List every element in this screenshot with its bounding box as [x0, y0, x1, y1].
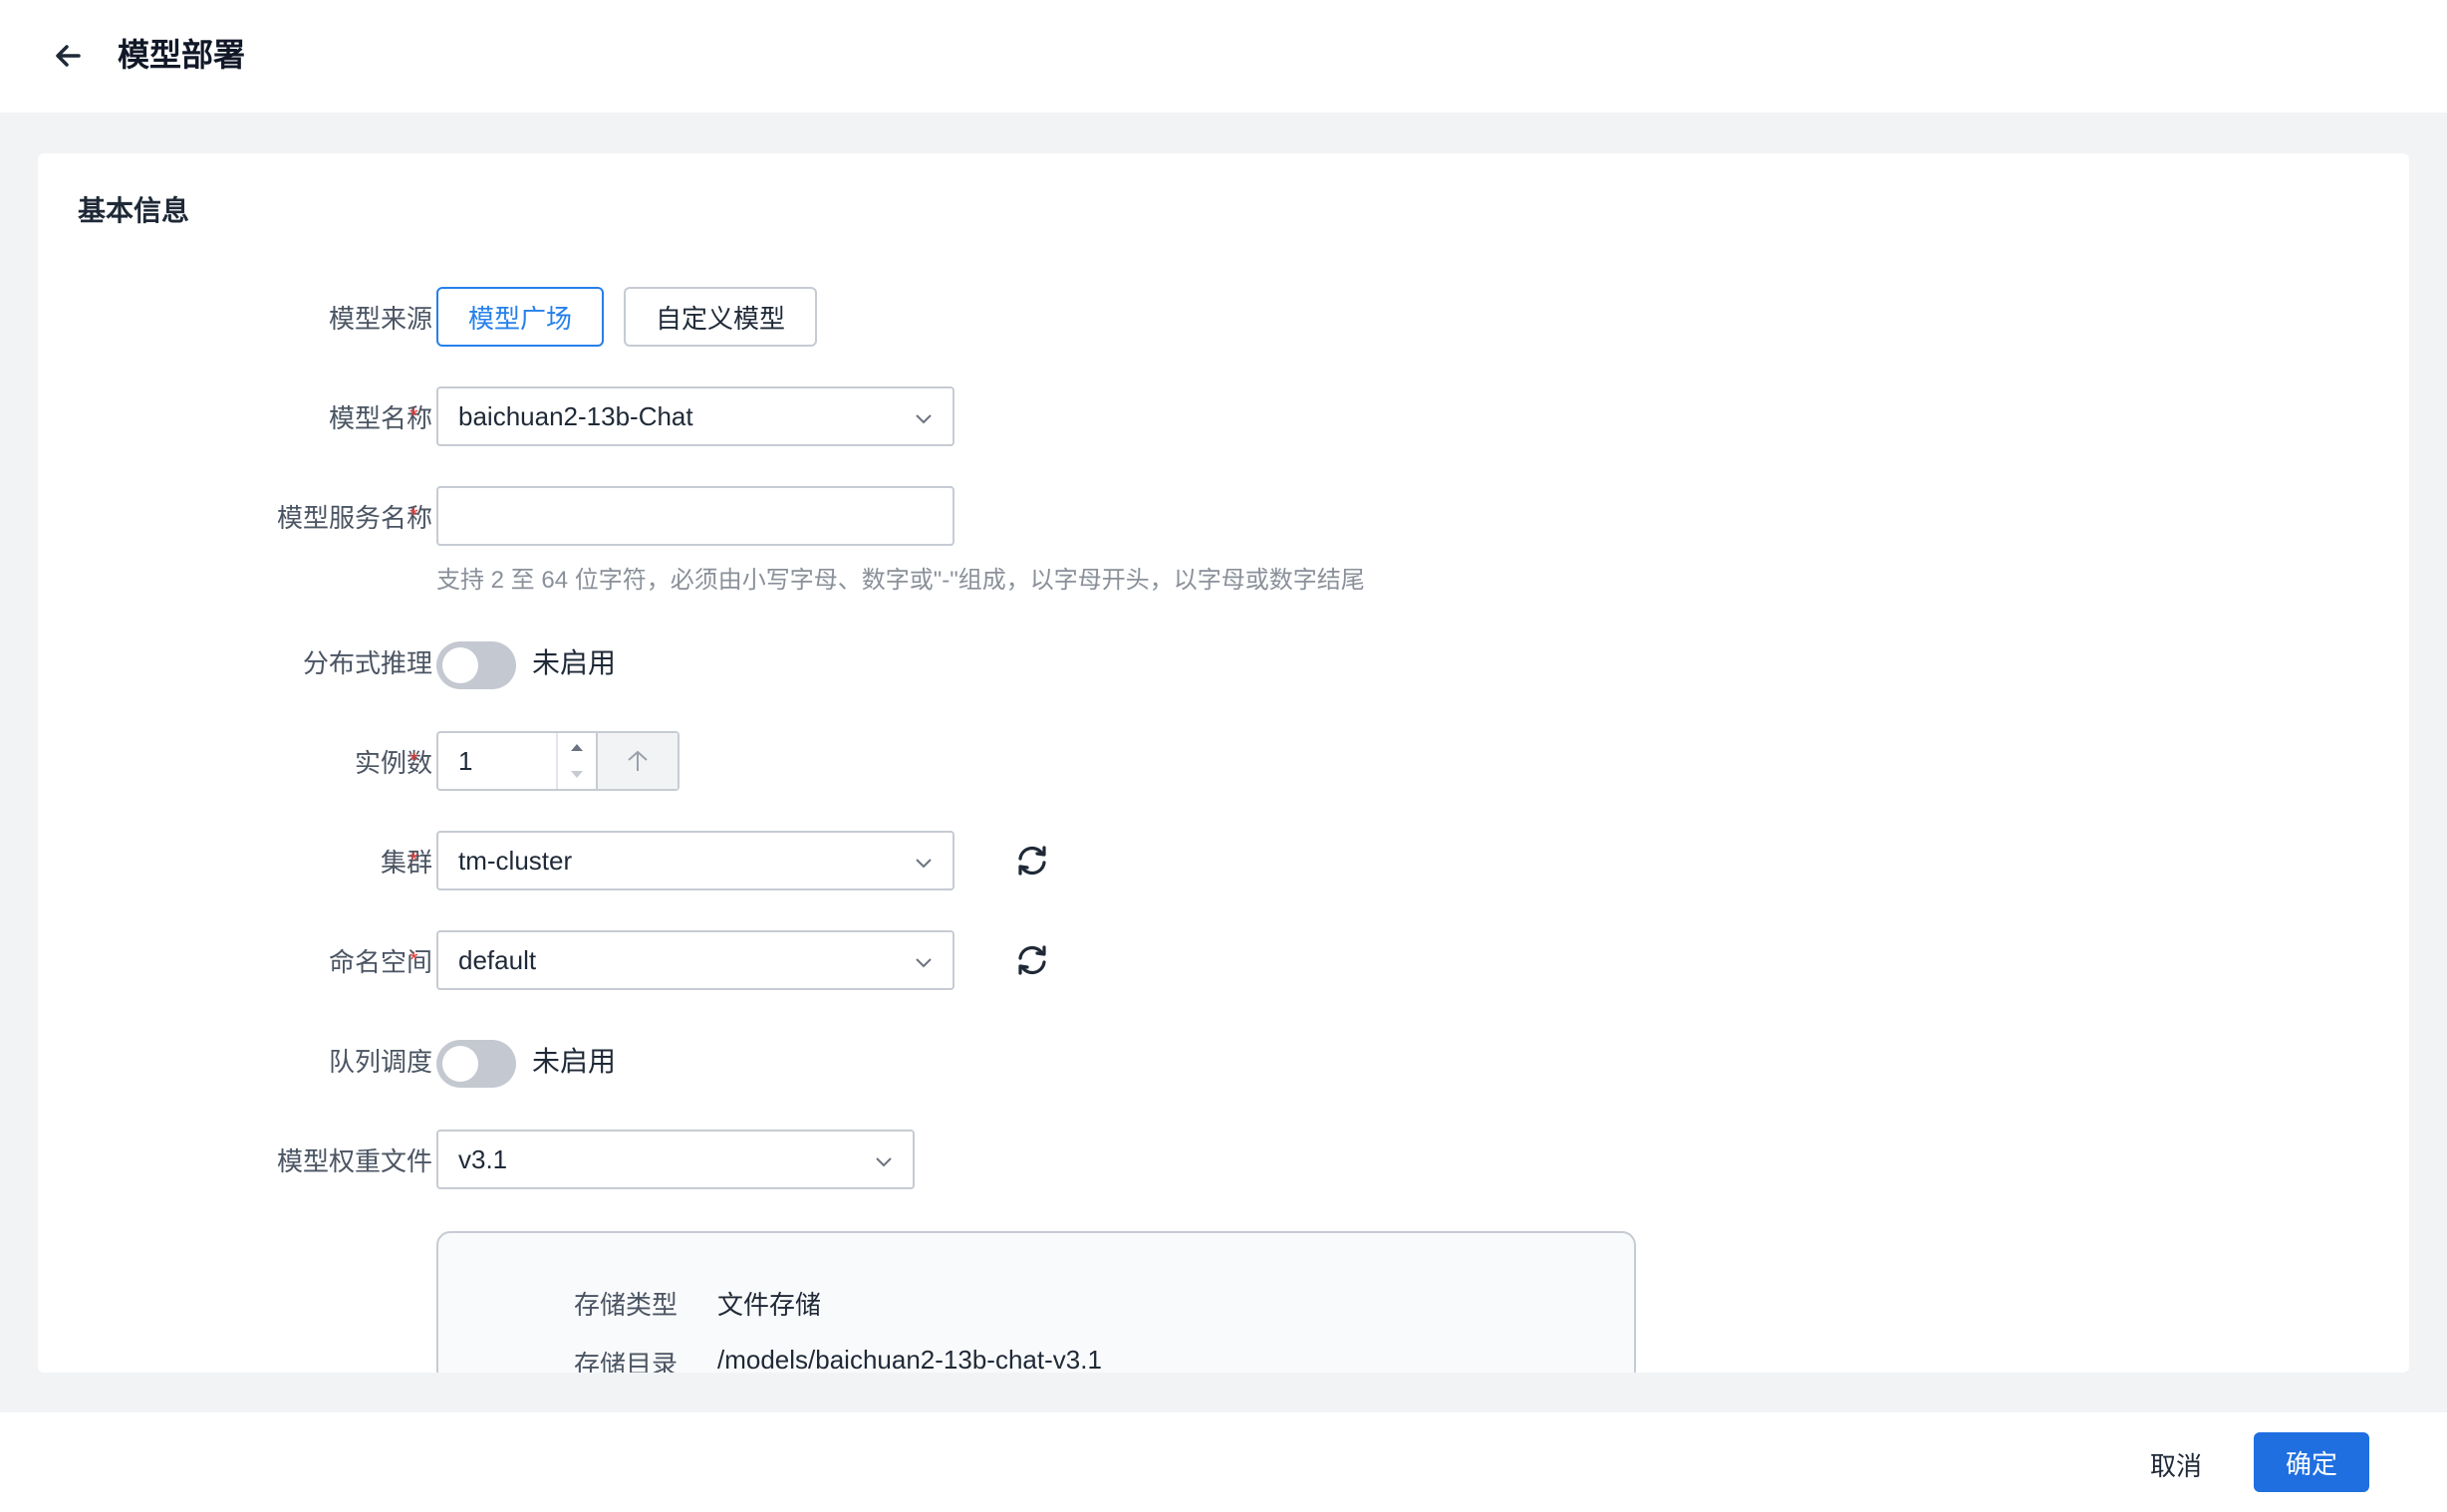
toggle-knob: [442, 647, 478, 683]
chevron-down-icon: [916, 859, 932, 869]
page-title: 模型部署: [118, 37, 246, 73]
queue-scheduling-state: 未启用: [532, 1046, 617, 1077]
cluster-value: tm-cluster: [458, 845, 573, 876]
storage-type-value: 文件存储: [717, 1290, 822, 1320]
queue-scheduling-label: 队列调度: [328, 1046, 432, 1077]
weight-file-row: 模型权重文件 v3.1: [38, 1130, 2409, 1189]
decrement-button[interactable]: [558, 761, 596, 789]
form-card: 基本信息 模型来源 模型广场 自定义模型 模型名称 * baichuan2-13…: [38, 153, 2409, 1373]
namespace-refresh-button[interactable]: [1014, 942, 1050, 978]
distributed-inference-row: 分布式推理 未启用: [38, 631, 2409, 691]
required-mark: *: [409, 403, 418, 428]
queue-scheduling-row: 队列调度 未启用: [38, 1030, 2409, 1090]
required-mark: *: [409, 748, 418, 773]
chevron-down-icon: [916, 958, 932, 968]
weight-file-value: v3.1: [458, 1143, 508, 1174]
service-name-input[interactable]: [436, 486, 954, 546]
chevron-down-icon: [916, 414, 932, 424]
caret-up-icon: [571, 744, 583, 751]
instances-label: 实例数: [354, 747, 432, 778]
stepper-arrows: [556, 733, 596, 789]
caret-down-icon: [571, 771, 583, 778]
storage-dir-value: /models/baichuan2-13b-chat-v3.1: [717, 1345, 1102, 1373]
custom-model-button[interactable]: 自定义模型: [624, 287, 817, 347]
arrow-left-icon: [56, 45, 81, 67]
distributed-inference-toggle[interactable]: [436, 641, 516, 689]
service-name-row: 模型服务名称 *: [38, 486, 2409, 546]
chevron-down-icon: [876, 1157, 892, 1167]
service-name-hint: 支持 2 至 64 位字符，必须由小写字母、数字或"-"组成，以字母开头，以字母…: [436, 567, 1365, 594]
model-name-row: 模型名称 * baichuan2-13b-Chat: [38, 386, 2409, 446]
required-mark: *: [409, 947, 418, 972]
model-name-select[interactable]: baichuan2-13b-Chat: [436, 386, 954, 446]
confirm-button[interactable]: 确定: [2254, 1432, 2369, 1492]
storage-dir-label: 存储目录: [574, 1350, 679, 1373]
cluster-row: 集群 * tm-cluster: [38, 831, 2409, 890]
increment-button[interactable]: [558, 733, 596, 761]
page-header: 模型部署: [0, 0, 2447, 113]
namespace-row: 命名空间 * default: [38, 930, 2409, 990]
queue-scheduling-toggle[interactable]: [436, 1040, 516, 1088]
weight-file-label: 模型权重文件: [276, 1145, 432, 1176]
namespace-value: default: [458, 944, 537, 975]
distributed-inference-label: 分布式推理: [302, 647, 432, 678]
section-title: 基本信息: [78, 195, 190, 226]
model-plaza-button[interactable]: 模型广场: [436, 287, 604, 347]
toggle-knob: [442, 1046, 478, 1082]
refresh-icon: [1018, 945, 1046, 975]
instances-stepper[interactable]: 1: [436, 731, 680, 791]
cluster-select[interactable]: tm-cluster: [436, 831, 954, 890]
namespace-select[interactable]: default: [436, 930, 954, 990]
page-footer: 取消 确定: [0, 1412, 2447, 1512]
model-name-value: baichuan2-13b-Chat: [458, 400, 693, 431]
distributed-inference-state: 未启用: [532, 647, 617, 678]
cancel-button[interactable]: 取消: [2128, 1434, 2224, 1494]
instances-value: 1: [458, 745, 473, 776]
model-source-label: 模型来源: [328, 303, 432, 334]
weight-file-select[interactable]: v3.1: [436, 1130, 915, 1189]
cluster-refresh-button[interactable]: [1014, 843, 1050, 879]
storage-type-label: 存储类型: [574, 1290, 679, 1320]
required-mark: *: [409, 848, 418, 873]
arrow-up-icon: [628, 750, 648, 771]
back-button[interactable]: [46, 34, 90, 78]
model-source-row: 模型来源 模型广场 自定义模型: [38, 287, 2409, 347]
storage-info-box: 存储类型 文件存储 存储目录 /models/baichuan2-13b-cha…: [436, 1231, 1636, 1373]
unit-button[interactable]: [596, 733, 678, 789]
refresh-icon: [1018, 846, 1046, 876]
cluster-label: 集群: [380, 847, 432, 878]
required-mark: *: [409, 503, 418, 528]
instances-row: 实例数 * 1: [38, 731, 2409, 791]
